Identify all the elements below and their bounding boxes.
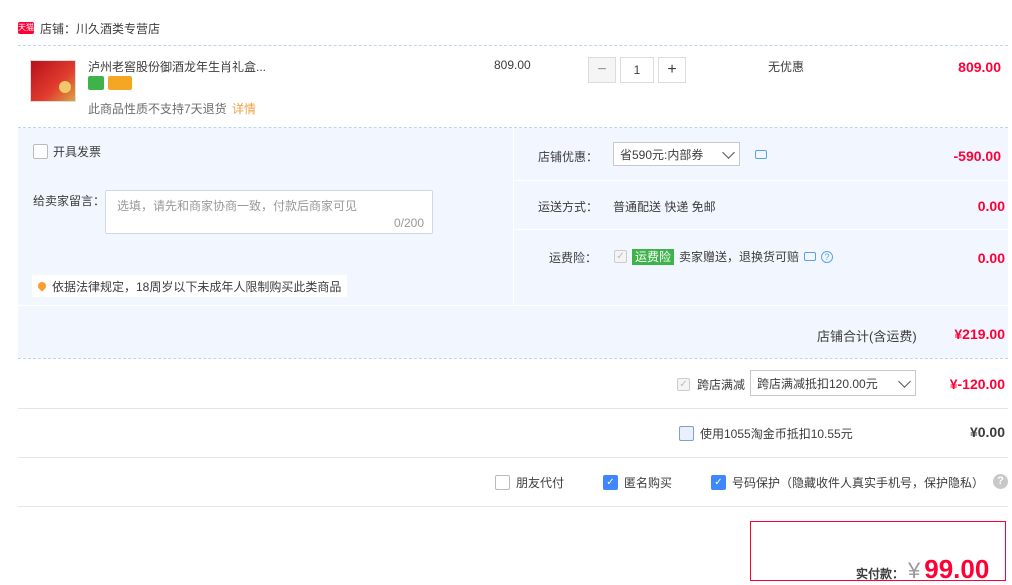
divider [514,180,1008,181]
product-title[interactable]: 泸州老窖股份御酒龙年生肖礼盒... [88,58,288,75]
invoice-label: 开具发票 [53,145,102,159]
product-thumbnail[interactable] [30,60,76,102]
insurance-checkbox: ✓ [614,250,627,263]
number-protect-label: 号码保护（隐藏收件人真实手机号，保护隐私） [732,476,985,490]
shop-discount-value: 省590元:内部券 [620,147,704,162]
detail-link[interactable]: 详情 [232,102,256,116]
divider [18,408,1008,409]
increase-button[interactable]: + [658,57,686,83]
shop-discount-amount: -590.00 [953,148,1001,164]
decrease-button[interactable]: − [588,57,616,83]
payment-label: 实付款： [856,567,905,581]
cross-store-amount: ¥-120.00 [949,376,1005,392]
invoice-checkbox[interactable] [33,144,48,159]
product-badges [88,76,132,90]
coins-amount: ¥0.00 [969,424,1005,440]
divider [18,506,1008,507]
discount-text: 无优惠 [768,60,805,74]
divider [18,457,1008,458]
chevron-down-icon [722,145,735,159]
shop-header: 天猫 店铺：川久酒类专营店 [18,18,160,38]
cross-store-select[interactable]: 跨店满减抵扣120.00元 [750,370,916,396]
cross-store-option: ✓ 跨店满减 [677,376,745,393]
insurance-amount: 0.00 [977,250,1005,266]
quantity-input[interactable]: 1 [620,57,654,83]
currency-symbol: ¥ [908,558,921,583]
help-icon[interactable]: ? [993,474,1008,489]
chevron-down-icon [898,374,911,388]
shipping-value: 普通配送 快递 免邮 [613,200,716,214]
divider [18,358,1008,359]
number-protect-checkbox[interactable]: ✓ [711,475,726,490]
divider [18,45,1008,46]
credit-card-icon [108,76,132,90]
message-textarea[interactable]: 选填，请先和商家协商一致，付款后商家可见 0/200 [105,190,433,234]
coins-option[interactable]: 使用1055淘金币抵扣10.55元 [679,425,853,442]
shop-name[interactable]: 店铺：川久酒类专营店 [40,20,160,37]
shop-discount-select[interactable]: 省590元:内部券 [613,142,740,166]
age-notice: 依据法律规定，18周岁以下未成年人限制购买此类商品 [32,275,348,297]
tmall-icon: 天猫 [18,22,34,34]
chat-icon[interactable] [804,252,817,261]
invoice-option[interactable]: 开具发票 [33,143,101,160]
divider [514,229,1008,230]
guarantee-icon [88,76,104,90]
help-icon[interactable]: ? [821,250,834,263]
message-placeholder: 选填，请先和商家协商一致，付款后商家可见 [117,199,358,213]
anonymous-checkbox[interactable]: ✓ [603,475,618,490]
item-subtotal: 809.00 [958,59,1001,75]
message-counter: 0/200 [393,216,424,230]
coins-checkbox[interactable] [679,426,694,441]
location-pin-icon [36,280,48,292]
friend-pay-option[interactable]: 朋友代付 [495,474,564,491]
shipping-amount: 0.00 [977,198,1005,214]
cross-store-label: 跨店满减 [697,378,746,392]
anonymous-option[interactable]: ✓ 匿名购买 [603,474,672,491]
payment-summary: 实付款： ¥ 99.00 [750,521,1006,584]
return-policy: 此商品性质不支持7天退货 详情 [88,100,256,117]
chat-icon[interactable] [755,150,767,159]
friend-pay-checkbox[interactable] [495,475,510,490]
coins-label: 使用1055淘金币抵扣10.55元 [700,427,853,441]
insurance-option: ✓ 运费险 卖家赠送，退换货可赔 ? [614,248,834,265]
number-protect-option[interactable]: ✓ 号码保护（隐藏收件人真实手机号，保护隐私） [711,474,984,491]
quantity-stepper[interactable]: − 1 + [588,57,686,83]
cross-store-value: 跨店满减抵扣120.00元 [757,376,878,391]
friend-pay-label: 朋友代付 [516,476,565,490]
shop-total-label: 店铺合计(含运费) [817,329,917,344]
return-policy-text: 此商品性质不支持7天退货 [88,102,227,116]
insurance-label: 运费险： [549,251,598,265]
unit-price: 809.00 [494,58,531,72]
shipping-label: 运送方式： [538,200,599,214]
anonymous-label: 匿名购买 [624,476,673,490]
shop-total-amount: ¥219.00 [954,326,1005,342]
insurance-text: 卖家赠送，退换货可赔 [679,250,800,264]
divider [513,128,514,305]
message-label: 给卖家留言： [33,194,106,208]
shop-discount-label: 店铺优惠： [538,150,599,164]
payment-amount: 99.00 [924,554,990,584]
cross-store-checkbox: ✓ [677,378,690,391]
insurance-tag: 运费险 [632,248,675,265]
divider [18,305,1008,306]
age-notice-text: 依据法律规定，18周岁以下未成年人限制购买此类商品 [52,279,342,294]
